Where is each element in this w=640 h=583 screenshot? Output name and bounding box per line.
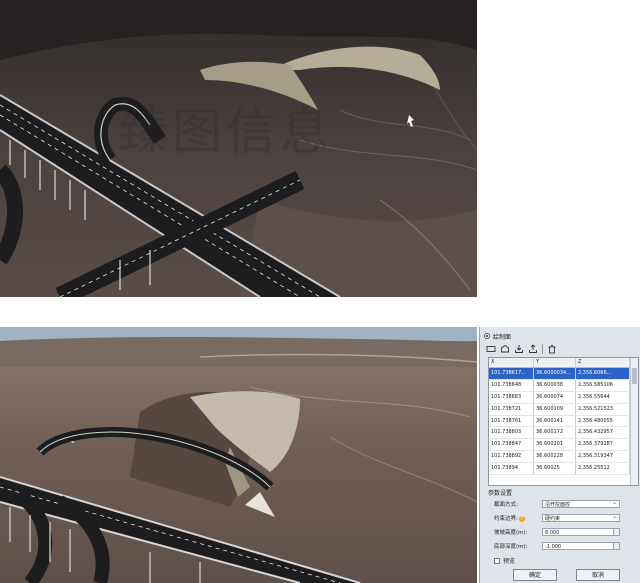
method-label: 截面方式: [494, 502, 518, 508]
cell-x: 101.738892 [489, 451, 534, 463]
cell-x: 101.738847 [489, 439, 534, 451]
export-icon[interactable] [528, 344, 538, 354]
cell-y: 36.600074 [534, 391, 576, 403]
rectangle-icon[interactable] [486, 344, 496, 354]
cell-x: 101.738761 [489, 415, 534, 427]
method-select[interactable]: 沿开挖面控 [542, 499, 620, 508]
table-row[interactable]: 101.738847 36.600201 2,356.379287 [489, 439, 638, 452]
cell-y: 36.600109 [534, 403, 576, 415]
bottom-terrain-scene [0, 327, 477, 583]
cell-x: 101.738683 [489, 391, 534, 403]
table-row[interactable]: 101.738721 36.600109 2,356.521523 [489, 403, 638, 416]
cell-z: 2,356.379287 [576, 439, 630, 451]
table-row[interactable]: 101.738683 36.600074 2,356.55644 [489, 391, 638, 404]
cell-z: 2,356.585106 [576, 379, 630, 391]
coordinates-table[interactable]: X Y Z 101.738617... 36.6000034... 2,356.… [488, 357, 639, 486]
cancel-button[interactable]: 取消 [576, 569, 620, 581]
table-row[interactable]: 101.738761 36.600141 2,356.480055 [489, 415, 638, 428]
column-header-z[interactable]: Z [576, 358, 630, 367]
table-scrollbar[interactable] [630, 358, 638, 485]
cell-z: 2,356.6066... [576, 368, 630, 379]
panel-title: 绘制面 [493, 333, 512, 341]
method-row: 截面方式: 沿开挖面控 [494, 499, 634, 508]
panel-header[interactable]: 绘制面 [484, 331, 511, 341]
preview-label: 预览 [503, 558, 516, 565]
cell-z: 2,356.25512 [576, 463, 630, 475]
cell-z: 2,356.521523 [576, 403, 630, 415]
cell-y: 36.600172 [534, 427, 576, 439]
cell-y: 36.600228 [534, 451, 576, 463]
radio-icon[interactable] [484, 333, 490, 339]
table-row[interactable]: 101.738648 36.600038 2,356.585106 [489, 379, 638, 392]
table-row[interactable]: 101.73894 36.60025 2,356.25512 [489, 463, 638, 476]
top-3d-view[interactable]: 臻图信息 [0, 0, 477, 297]
table-row[interactable]: 101.738892 36.600228 2,356.319347 [489, 451, 638, 464]
draw-polygon-panel: 绘制面 X Y Z 101.738617... 36.6000034... 2,… [479, 327, 640, 583]
cell-z: 2,356.319347 [576, 451, 630, 463]
help-icon[interactable]: ? [518, 516, 525, 522]
preview-row[interactable]: 预览 [494, 556, 554, 565]
watermark-text: 臻图信息 [118, 103, 334, 161]
cell-z: 2,356.480055 [576, 415, 630, 427]
cell-x: 101.738803 [489, 427, 534, 439]
bottom-depth-input[interactable]: -1.000 [542, 542, 620, 550]
delete-icon[interactable] [547, 344, 557, 354]
cell-x: 101.738648 [489, 379, 534, 391]
depth-row: 底部深度(m): -1.000 [494, 542, 634, 550]
cell-z: 2,356.55644 [576, 391, 630, 403]
ok-button[interactable]: 确定 [513, 569, 557, 581]
panel-toolbar [486, 344, 557, 354]
column-header-y[interactable]: Y [534, 358, 576, 367]
scrollbar-thumb[interactable] [632, 368, 637, 384]
boundary-row: 约束边界:? 硬约束 [494, 513, 634, 522]
table-header: X Y Z [489, 358, 638, 368]
depth-label: 底部深度(m): [494, 544, 528, 550]
table-row[interactable]: 101.738803 36.600172 2,356.432957 [489, 427, 638, 440]
boundary-select[interactable]: 硬约束 [542, 513, 620, 522]
table-row[interactable]: 101.738617... 36.6000034... 2,356.6066..… [489, 368, 638, 380]
cell-y: 36.600038 [534, 379, 576, 391]
column-header-x[interactable]: X [489, 358, 534, 367]
cell-y: 36.60025 [534, 463, 576, 475]
cell-y: 36.6000034... [534, 368, 576, 379]
slope-row: 坡坡高度(m): 8.000 [494, 528, 634, 536]
bottom-3d-view[interactable] [0, 327, 477, 583]
cell-y: 36.600201 [534, 439, 576, 451]
cell-x: 101.738721 [489, 403, 534, 415]
boundary-label: 约束边界: [494, 516, 518, 522]
params-section-label: 参数设置 [488, 490, 513, 497]
slope-label: 坡坡高度(m): [494, 530, 528, 536]
polygon-icon[interactable] [500, 344, 510, 354]
cell-x: 101.738617... [489, 368, 534, 379]
cell-y: 36.600141 [534, 415, 576, 427]
cell-z: 2,356.432957 [576, 427, 630, 439]
toolbar-divider [542, 344, 543, 354]
cell-x: 101.73894 [489, 463, 534, 475]
slope-height-input[interactable]: 8.000 [542, 528, 620, 536]
preview-checkbox[interactable] [494, 557, 500, 564]
import-icon[interactable] [514, 344, 524, 354]
